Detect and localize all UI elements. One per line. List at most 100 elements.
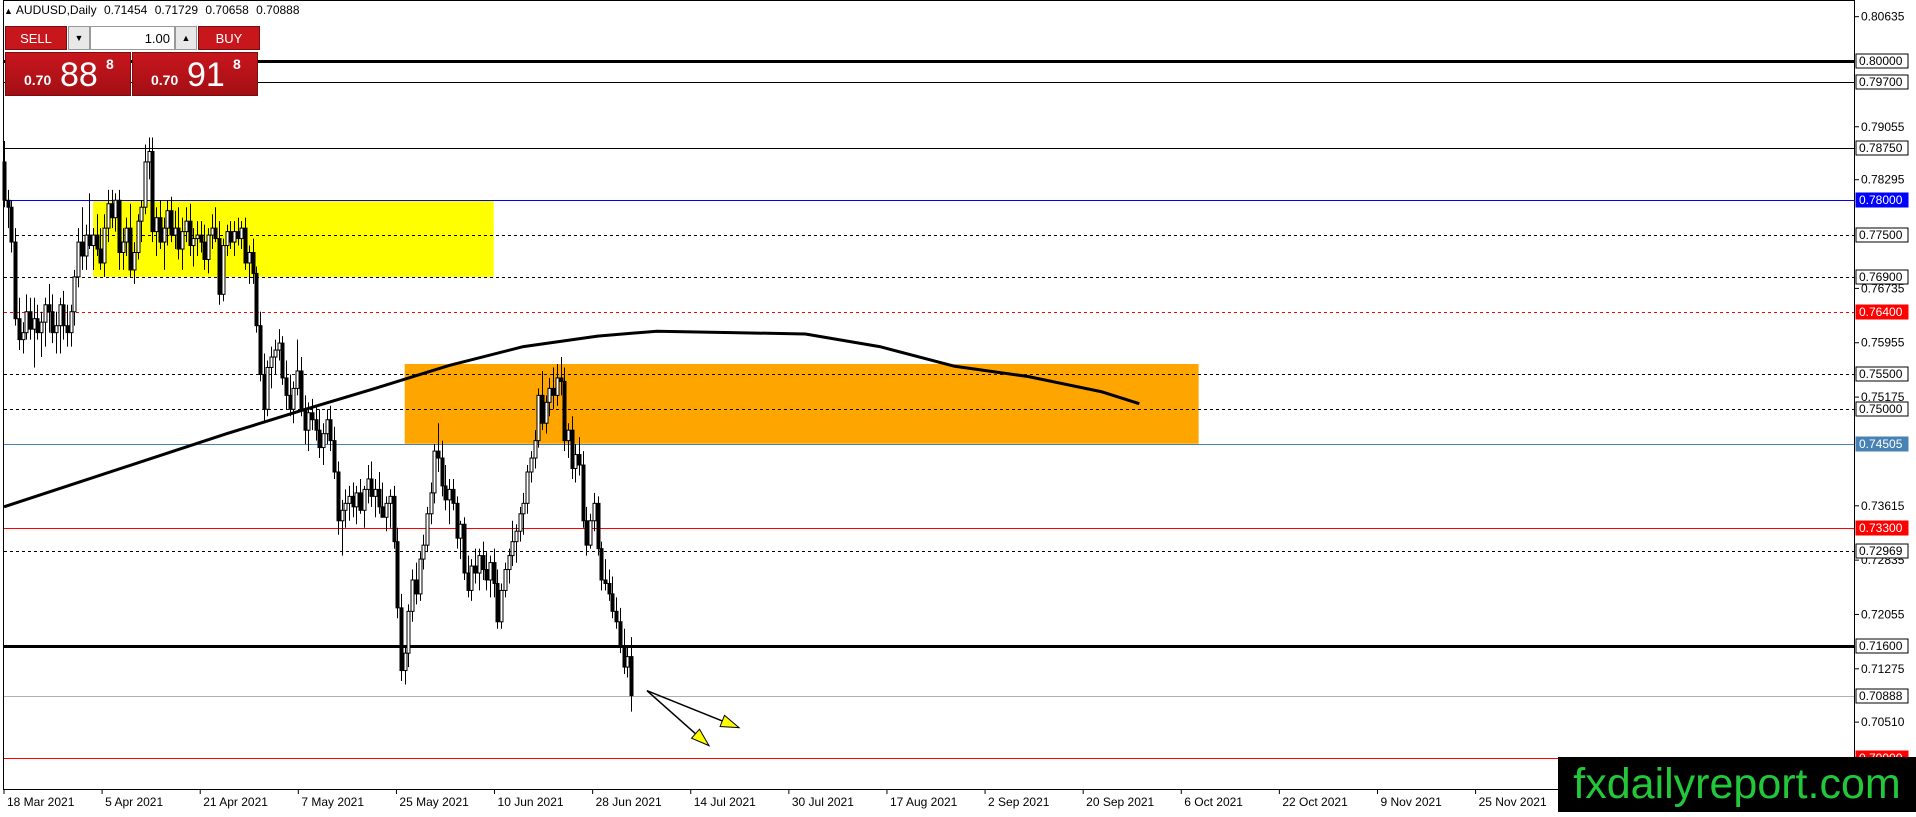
buy-price-prefix: 0.70 [151, 72, 179, 88]
candle-body-up [247, 252, 252, 264]
sell-price-prefix: 0.70 [24, 72, 52, 88]
candle-body-up [39, 321, 44, 334]
close-value: 0.70888 [256, 3, 300, 17]
candle-body-down [443, 485, 448, 501]
x-tick-label: 14 Jul 2021 [694, 795, 756, 809]
x-tick-label: 22 Oct 2021 [1282, 795, 1348, 809]
brand-watermark: fxdailyreport.com [1558, 757, 1916, 812]
candle-body-down [28, 311, 33, 330]
level-price-label: 0.71600 [1859, 639, 1903, 653]
level-price-label: 0.70888 [1859, 689, 1903, 703]
candle-body-down [395, 541, 400, 609]
y-tick-label: 0.78295 [1861, 173, 1905, 187]
candle-body-down [228, 231, 233, 243]
candle-body-up [373, 488, 378, 497]
candle-body-down [251, 252, 256, 274]
buy-button[interactable]: BUY [198, 26, 260, 50]
candle-body-up [136, 220, 141, 254]
candle-body-up [291, 387, 296, 410]
candle-body-up [547, 387, 552, 403]
lot-size-input[interactable] [90, 26, 175, 50]
x-tick-label: 28 Jun 2021 [596, 795, 662, 809]
lot-increase-button[interactable]: ▲ [175, 26, 197, 50]
open-value: 0.71454 [103, 3, 148, 17]
x-tick-label: 7 May 2021 [301, 795, 364, 809]
candle-body-up [206, 234, 211, 260]
candle-body-up [347, 495, 352, 504]
candle-body-down [9, 206, 14, 243]
x-tick-label: 20 Sep 2021 [1086, 795, 1154, 809]
candle-body-up [425, 513, 430, 546]
candle-body-up [91, 234, 96, 247]
chart: 0.80635 0.79055 0.78295 0.76735 0.75955 0.751… [0, 0, 1916, 812]
candle-body-down [199, 234, 204, 243]
price-chart-svg: 0.806350.790550.782950.767350.759550.751… [0, 0, 1916, 812]
x-tick-label: 25 May 2021 [399, 795, 469, 809]
candle-body-up [306, 412, 311, 431]
candle-body-up [566, 429, 571, 442]
candle-body-down [65, 325, 70, 334]
candle-body-up [265, 366, 270, 410]
level-price-label: 0.74505 [1859, 437, 1903, 451]
candle-body-up [625, 656, 630, 668]
x-tick-label: 2 Sep 2021 [988, 795, 1050, 809]
candle-body-down [332, 440, 337, 473]
y-tick-label: 0.70510 [1861, 715, 1905, 729]
candle-body-up [458, 523, 463, 539]
candle [462, 517, 467, 580]
level-price-label: 0.78000 [1859, 193, 1903, 207]
candle [395, 527, 400, 619]
chevron-up-icon: ▲ [181, 33, 191, 43]
candle-body-down [254, 272, 259, 327]
candle-body-up [503, 569, 508, 591]
candle-body-up [529, 457, 534, 473]
candle [596, 496, 601, 556]
candle-body-down [577, 454, 582, 466]
sell-price-box[interactable]: 0.70 88 8 [5, 52, 131, 96]
level-price-label: 0.76400 [1859, 305, 1903, 319]
candle [536, 388, 541, 448]
collapse-triangle-icon[interactable]: ▲ [4, 6, 13, 16]
candle-body-down [629, 656, 634, 697]
candle-body-up [113, 199, 118, 219]
candle-body-down [35, 318, 40, 334]
candle-body-down [462, 523, 467, 574]
lot-decrease-button[interactable]: ▼ [68, 26, 90, 50]
buy-price-box[interactable]: 0.70 91 8 [132, 52, 258, 96]
candle-body-down [610, 593, 615, 612]
x-tick-label: 9 Nov 2021 [1380, 795, 1442, 809]
candle-body-up [518, 513, 523, 532]
level-price-label: 0.77500 [1859, 228, 1903, 242]
candle-body-up [354, 492, 359, 508]
candle-body-down [158, 217, 163, 243]
chart-header: ▲ AUDUSD,Daily 0.71454 0.71729 0.70658 0.… [4, 3, 300, 17]
sell-price-pipette: 8 [106, 56, 114, 72]
candle-body-up [162, 227, 167, 243]
y-tick-label: 0.75955 [1861, 336, 1905, 350]
candle-body-down [540, 394, 545, 424]
low-value: 0.70658 [205, 3, 249, 17]
candle-body-down [87, 234, 92, 247]
candle-body-up [269, 356, 274, 368]
candle-body-up [21, 332, 26, 341]
level-price-label: 0.72969 [1859, 544, 1903, 558]
candle-body-up [232, 231, 237, 243]
candle-body-down [47, 304, 52, 313]
candle-body-down [618, 621, 623, 647]
candle-body-down [440, 457, 445, 487]
sell-button[interactable]: SELL [5, 26, 67, 50]
sell-price-big: 88 [60, 56, 98, 94]
candle-body-down [399, 607, 404, 672]
candle-body-up [340, 509, 345, 522]
candle-body-down [495, 582, 500, 623]
candle-body-up [102, 227, 107, 264]
candle [280, 336, 285, 385]
candle-body-up [121, 241, 126, 254]
level-price-label: 0.73300 [1859, 521, 1903, 535]
candle-body-up [418, 558, 423, 595]
y-axis: 0.806350.790550.782950.767350.759550.751… [1855, 0, 1916, 812]
candle-body-up [447, 488, 452, 501]
x-tick-label: 18 Mar 2021 [7, 795, 75, 809]
candle-body-up [106, 203, 111, 229]
chevron-down-icon: ▼ [74, 33, 84, 43]
